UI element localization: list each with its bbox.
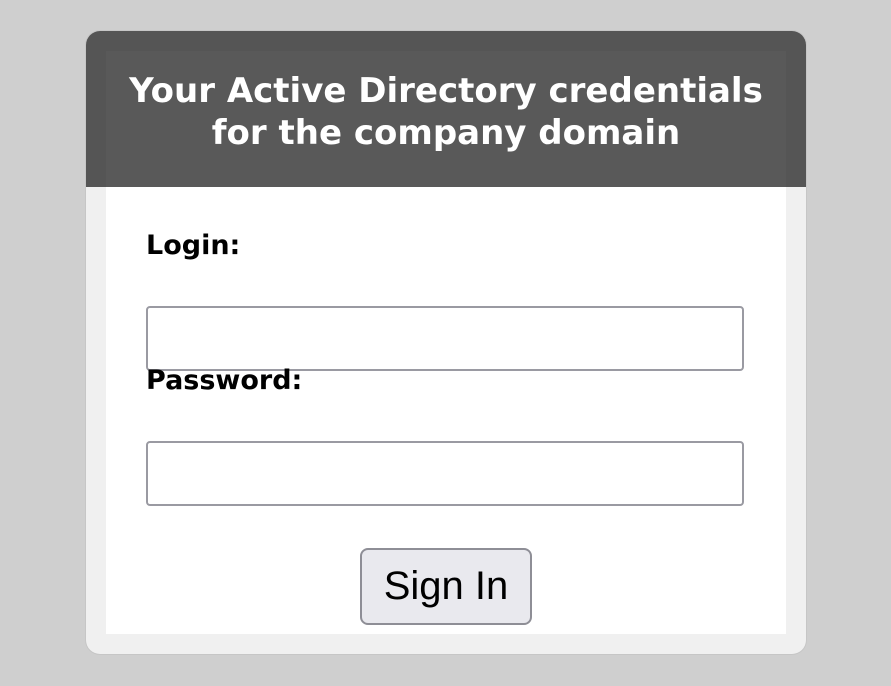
- card-header-inner: Your Active Directory credentials for th…: [106, 51, 786, 187]
- login-form: Login: Password: Sign In: [106, 187, 786, 634]
- password-input[interactable]: [146, 441, 744, 506]
- sign-in-button[interactable]: Sign In: [360, 548, 532, 625]
- login-input[interactable]: [146, 306, 744, 371]
- card-header: Your Active Directory credentials for th…: [86, 31, 806, 187]
- login-label: Login:: [146, 230, 241, 261]
- login-card: Your Active Directory credentials for th…: [86, 31, 806, 654]
- password-label: Password:: [146, 365, 303, 396]
- header-title: Your Active Directory credentials for th…: [129, 71, 763, 153]
